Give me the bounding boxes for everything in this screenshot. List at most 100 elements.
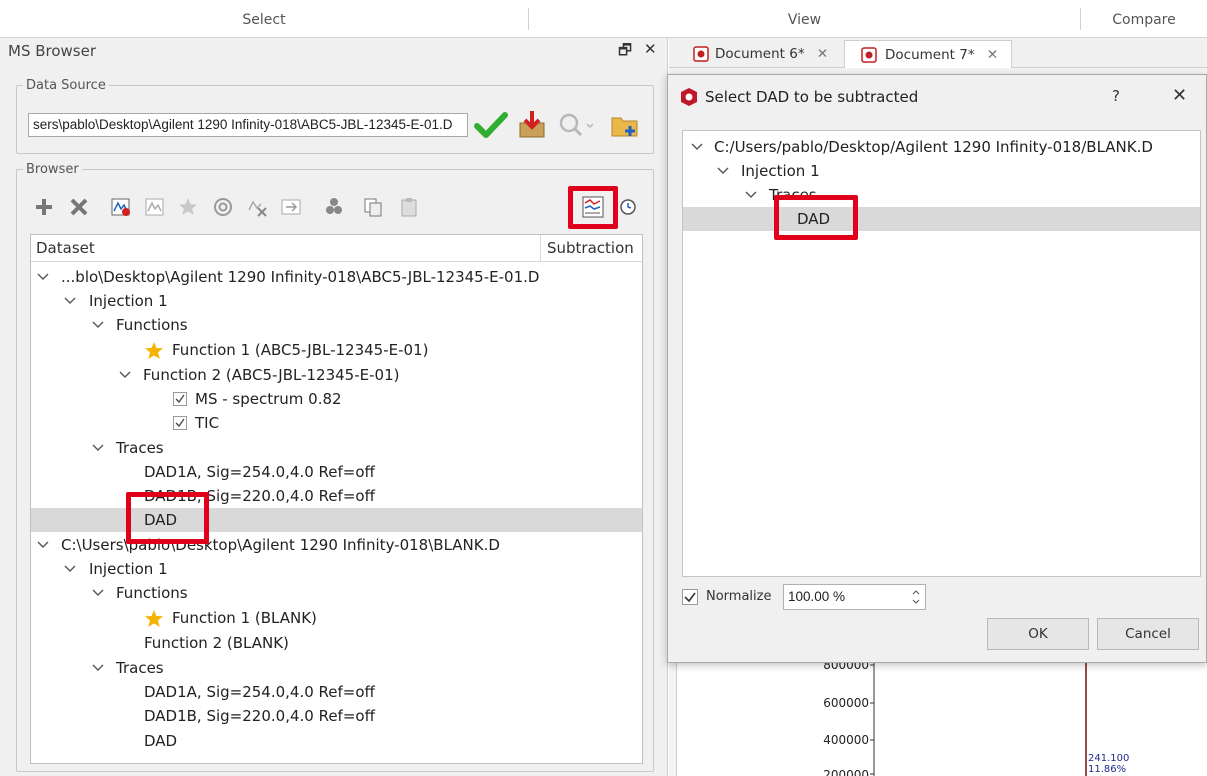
tree-item-function[interactable]: Function 1 (ABC5-JBL-12345-E-01) bbox=[31, 338, 642, 362]
tree-item-function[interactable]: Function 1 (BLANK) bbox=[31, 606, 642, 630]
tab-document-6[interactable]: Document 6* ✕ bbox=[687, 40, 835, 68]
normalize-value: 100.00 % bbox=[788, 589, 846, 604]
chevron-down-icon[interactable] bbox=[37, 533, 49, 557]
column-header-subtraction[interactable]: Subtraction bbox=[547, 239, 634, 257]
chevron-down-icon[interactable] bbox=[64, 289, 76, 313]
tree-item-ms-spectrum[interactable]: MS - spectrum 0.82 bbox=[31, 387, 642, 411]
chevron-down-icon[interactable] bbox=[64, 557, 76, 581]
clock-icon[interactable] bbox=[619, 198, 637, 216]
tab-label: Document 6* bbox=[715, 46, 805, 62]
chevron-down-icon[interactable] bbox=[92, 656, 104, 680]
tree-item-tic[interactable]: TIC bbox=[31, 411, 642, 435]
normalize-spinbox[interactable]: 100.00 % bbox=[783, 584, 926, 610]
dataset-tree: Dataset Subtraction ...blo\Desktop\Agile… bbox=[30, 234, 643, 764]
tree-item-label: Traces bbox=[116, 439, 164, 457]
tree-item-dataset-abc5[interactable]: ...blo\Desktop\Agilent 1290 Infinity-018… bbox=[31, 265, 642, 289]
spin-arrows-icon[interactable] bbox=[911, 588, 921, 606]
ribbon-group-compare[interactable]: Compare bbox=[1081, 0, 1207, 38]
molecule-icon[interactable] bbox=[323, 196, 345, 218]
spectrum-subtract-icon[interactable] bbox=[144, 196, 166, 218]
dialog-tree-item-injection[interactable]: Injection 1 bbox=[683, 159, 1200, 183]
tree-item-label: Injection 1 bbox=[89, 292, 168, 310]
tree-item-traces[interactable]: Traces bbox=[31, 436, 642, 460]
paste-icon[interactable] bbox=[398, 196, 420, 218]
tree-item-trace[interactable]: DAD1B, Sig=220.0,4.0 Ref=off bbox=[31, 484, 642, 508]
dialog-close-icon[interactable]: ✕ bbox=[1172, 85, 1187, 106]
close-icon[interactable]: ✕ bbox=[644, 40, 657, 58]
close-icon[interactable]: ✕ bbox=[987, 47, 998, 63]
chevron-down-icon[interactable] bbox=[745, 183, 757, 207]
ribbon-group-select[interactable]: Select bbox=[0, 0, 528, 38]
help-button[interactable]: ? bbox=[1112, 87, 1120, 105]
zoom-preview-icon[interactable] bbox=[556, 110, 596, 140]
tree-item-label: Functions bbox=[116, 584, 188, 602]
data-source-legend: Data Source bbox=[26, 78, 106, 93]
tree-item-trace[interactable]: DAD1B, Sig=220.0,4.0 Ref=off bbox=[31, 704, 642, 728]
ribbon-group-view[interactable]: View bbox=[529, 0, 1080, 38]
checkbox[interactable] bbox=[173, 416, 187, 430]
checkmark-icon bbox=[175, 394, 185, 404]
dialog-tree-item-dad-selected[interactable]: DAD bbox=[683, 207, 1200, 231]
tree-item-function[interactable]: Function 2 (ABC5-JBL-12345-E-01) bbox=[31, 363, 642, 387]
add-icon[interactable] bbox=[33, 196, 55, 218]
float-icon[interactable]: 🗗 bbox=[618, 40, 632, 65]
chevron-down-icon[interactable] bbox=[691, 135, 703, 159]
tree-item-label: DAD1B, Sig=220.0,4.0 Ref=off bbox=[144, 707, 375, 725]
document-icon bbox=[861, 47, 877, 63]
tree-item-function[interactable]: Function 2 (BLANK) bbox=[31, 631, 642, 655]
tree-item-label: ...blo\Desktop\Agilent 1290 Infinity-018… bbox=[61, 268, 540, 286]
chevron-down-icon[interactable] bbox=[717, 159, 729, 183]
tree-item-functions[interactable]: Functions bbox=[31, 313, 642, 337]
data-source-path-input[interactable]: sers\pablo\Desktop\Agilent 1290 Infinity… bbox=[28, 113, 468, 137]
dialog-tree-label: C:/Users/pablo/Desktop/Agilent 1290 Infi… bbox=[714, 138, 1153, 156]
checkmark-icon[interactable] bbox=[474, 110, 508, 140]
remove-icon[interactable] bbox=[68, 196, 90, 218]
peak-percent-label: 11.86% bbox=[1088, 764, 1127, 775]
tab-label: Document 7* bbox=[885, 47, 975, 63]
chevron-down-icon[interactable] bbox=[92, 581, 104, 605]
export-icon[interactable] bbox=[280, 196, 302, 218]
copy-icon[interactable] bbox=[362, 196, 384, 218]
dialog-tree-item-dataset[interactable]: C:/Users/pablo/Desktop/Agilent 1290 Infi… bbox=[683, 135, 1200, 159]
peak-mz-label: 241.100 bbox=[1088, 753, 1130, 764]
tree-item-trace[interactable]: DAD bbox=[31, 729, 642, 753]
chevron-down-icon[interactable] bbox=[92, 313, 104, 337]
checkbox[interactable] bbox=[173, 392, 187, 406]
cancel-button[interactable]: Cancel bbox=[1097, 618, 1199, 650]
tree-item-dad-selected[interactable]: DAD bbox=[31, 508, 642, 532]
chevron-down-icon[interactable] bbox=[92, 436, 104, 460]
dialog-tree-item-traces[interactable]: Traces bbox=[683, 183, 1200, 207]
tree-item-traces[interactable]: Traces bbox=[31, 656, 642, 680]
ok-button[interactable]: OK bbox=[987, 618, 1089, 650]
tree-item-injection[interactable]: Injection 1 bbox=[31, 557, 642, 581]
select-dad-dialog: Select DAD to be subtracted ? ✕ C:/Users… bbox=[667, 74, 1207, 663]
star-icon bbox=[145, 610, 163, 627]
browser-legend: Browser bbox=[26, 162, 79, 177]
clear-traces-icon[interactable] bbox=[246, 196, 268, 218]
chevron-down-icon[interactable] bbox=[119, 363, 131, 387]
checkmark-icon bbox=[684, 592, 696, 603]
close-icon[interactable]: ✕ bbox=[817, 46, 828, 62]
open-folder-icon[interactable] bbox=[610, 110, 640, 140]
spectrum-add-icon[interactable] bbox=[110, 196, 132, 218]
tree-item-trace[interactable]: DAD1A, Sig=254.0,4.0 Ref=off bbox=[31, 680, 642, 704]
chevron-down-icon[interactable] bbox=[37, 265, 49, 289]
star-icon[interactable] bbox=[177, 196, 199, 218]
normalize-label: Normalize bbox=[706, 589, 772, 604]
column-header-dataset[interactable]: Dataset bbox=[36, 239, 95, 257]
normalize-checkbox[interactable] bbox=[682, 589, 698, 605]
ribbon: Select View Compare bbox=[0, 0, 1207, 38]
tree-item-label: Function 2 (BLANK) bbox=[144, 634, 289, 652]
tree-item-injection[interactable]: Injection 1 bbox=[31, 289, 642, 313]
y-tick-label: 400000 bbox=[823, 733, 869, 747]
tree-item-label: DAD1A, Sig=254.0,4.0 Ref=off bbox=[144, 463, 375, 481]
tree-item-functions[interactable]: Functions bbox=[31, 581, 642, 605]
tree-item-dataset-blank[interactable]: C:\Users\pablo\Desktop\Agilent 1290 Infi… bbox=[31, 533, 642, 557]
tab-document-7[interactable]: Document 7* ✕ bbox=[844, 40, 1012, 68]
download-icon[interactable] bbox=[517, 109, 547, 139]
app-logo-icon bbox=[681, 88, 697, 106]
tree-item-trace[interactable]: DAD1A, Sig=254.0,4.0 Ref=off bbox=[31, 460, 642, 484]
target-icon[interactable] bbox=[212, 196, 234, 218]
tree-item-label: MS - spectrum 0.82 bbox=[195, 390, 342, 408]
tree-item-label: Functions bbox=[116, 316, 188, 334]
